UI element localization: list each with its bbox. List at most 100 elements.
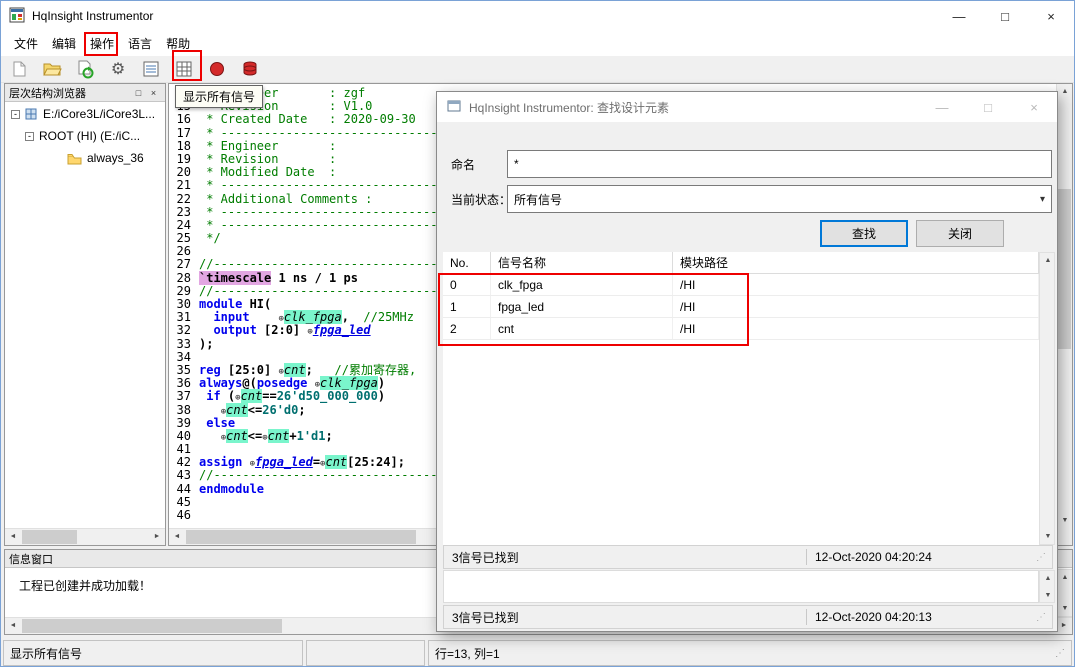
scrollbar-track[interactable] [1040,268,1054,529]
scroll-left-icon[interactable]: ◄ [5,529,21,544]
scrollbar-track[interactable] [21,529,149,545]
tree-item-2[interactable]: -ROOT (HI) (E:/iC... [5,125,165,147]
chevron-down-icon: ▾ [1040,194,1045,205]
scrollbar-track[interactable] [1040,585,1054,588]
dialog-log-area[interactable] [443,570,1039,603]
signal-row-clk_fpga[interactable]: 0clk_fpga/HI [443,274,1039,296]
tree-item-3[interactable]: always_36 [5,147,165,169]
scroll-right-icon[interactable]: ► [1056,618,1072,633]
panel-float-icon[interactable]: □ [131,88,146,98]
open-project-button[interactable] [40,57,64,81]
dialog-icon [446,98,462,117]
editor-vscrollbar[interactable]: ▲ ▼ [1056,84,1072,529]
chip-icon [24,107,38,121]
line-number: 18 [169,140,199,153]
line-number: 21 [169,179,199,192]
resize-grip-icon[interactable]: ⋰ [1036,552,1052,563]
signal-row-fpga_led[interactable]: 1fpga_led/HI [443,296,1039,318]
tree-item-label: E:/iCore3L/iCore3L... [43,107,155,121]
probe-icon: ⊕ [235,393,240,403]
column-header-3[interactable]: 模块路径 [673,252,1039,273]
show-all-signals-button[interactable] [172,57,196,81]
find-button[interactable]: 查找 [820,220,908,247]
tree-item-1[interactable]: - E:/iCore3L/iCore3L... [5,103,165,125]
table-vscrollbar[interactable]: ▲ ▼ [1039,252,1055,545]
hierarchy-tree: -E:/iCore3L/iCore3L...-ROOT (HI) (E:/iC.… [5,103,165,528]
find-elements-dialog: HqInsight Instrumentor: 查找设计元素 — □ × 命名 … [436,91,1058,632]
tree-expander-icon[interactable]: - [25,132,34,141]
tree-item-label: ROOT (HI) (E:/iC... [39,129,140,143]
show-all-signals-icon [175,60,193,78]
line-number: 16 [169,113,199,126]
resize-grip-icon[interactable]: ⋰ [1036,612,1052,623]
scroll-right-icon[interactable]: ► [149,529,165,544]
hierarchy-hscrollbar[interactable]: ◄ ► [5,528,165,545]
menu-bar: 文件编辑操作语言帮助 [1,31,1074,56]
line-number: 33 [169,338,199,351]
tooltip: 显示所有信号 [175,85,263,108]
status-spacer [306,640,425,666]
scroll-left-icon[interactable]: ◄ [5,618,21,633]
table-cell: cnt [491,318,673,339]
minimize-button[interactable]: — [936,1,982,31]
scrollbar-thumb[interactable] [1058,189,1071,349]
log-vscrollbar[interactable]: ▲ ▼ [1039,570,1055,603]
scroll-up-icon[interactable]: ▲ [1057,570,1073,585]
dialog-close-action-button[interactable]: 关闭 [916,220,1004,247]
menu-item-5[interactable]: 帮助 [159,31,197,56]
dialog-status-bar-2: 3信号已找到 12-Oct-2020 04:20:13 ⋰ [443,605,1053,629]
menu-item-2[interactable]: 编辑 [45,31,83,56]
menu-item-4[interactable]: 语言 [121,31,159,56]
table-cell: /HI [673,296,1039,317]
dialog-status-bar-1: 3信号已找到 12-Oct-2020 04:20:24 ⋰ [443,545,1053,569]
line-number: 44 [169,483,199,496]
export-project-button[interactable] [73,57,97,81]
record-button[interactable] [205,57,229,81]
scroll-down-icon[interactable]: ▼ [1040,529,1056,544]
line-number: 22 [169,193,199,206]
menu-item-1[interactable]: 文件 [7,31,45,56]
column-header-2[interactable]: 信号名称 [491,252,673,273]
settings-icon: ⚙ [111,59,125,79]
hierarchy-view-button[interactable] [139,57,163,81]
scroll-up-icon[interactable]: ▲ [1057,84,1073,99]
scroll-up-icon[interactable]: ▲ [1040,253,1056,268]
found-count-1: 3信号已找到 [444,549,806,566]
scroll-up-icon[interactable]: ▲ [1040,571,1056,585]
scroll-down-icon[interactable]: ▼ [1040,588,1056,602]
scrollbar-thumb[interactable] [186,530,416,544]
close-button[interactable]: × [1028,1,1074,31]
probe-icon: ⊕ [262,433,267,443]
state-dropdown[interactable]: 所有信号 ▾ [507,185,1052,213]
line-number: 34 [169,351,199,364]
scroll-left-icon[interactable]: ◄ [169,529,185,544]
scrollbar-track[interactable] [1057,99,1072,513]
scrollbar-track[interactable] [1057,585,1072,601]
folder-icon [67,152,82,165]
signal-database-button[interactable] [238,57,262,81]
menu-item-3[interactable]: 操作 [83,31,121,56]
new-document-button[interactable] [7,57,31,81]
hierarchy-panel-header: 层次结构浏览器 □ × [5,84,165,102]
scroll-down-icon[interactable]: ▼ [1057,513,1073,528]
signal-table: No.信号名称模块路径 0clk_fpga/HI1fpga_led/HI2cnt… [443,252,1039,545]
dialog-maximize-button[interactable]: □ [965,92,1011,122]
scroll-down-icon[interactable]: ▼ [1057,601,1073,616]
signal-row-cnt[interactable]: 2cnt/HI [443,318,1039,340]
dialog-close-button[interactable]: × [1011,92,1057,122]
info-vscrollbar[interactable]: ▲ ▼ [1056,569,1072,617]
name-input[interactable] [507,150,1052,178]
new-document-icon [10,60,28,78]
dialog-title-bar: HqInsight Instrumentor: 查找设计元素 — □ × [437,92,1057,122]
settings-button[interactable]: ⚙ [106,57,130,81]
scrollbar-thumb[interactable] [22,530,77,544]
line-number: 37 [169,390,199,403]
scrollbar-thumb[interactable] [22,619,282,633]
resize-grip-icon[interactable]: ⋰ [1055,648,1065,659]
tree-expander-icon[interactable]: - [11,110,20,119]
table-cell: 2 [443,318,491,339]
dialog-minimize-button[interactable]: — [919,92,965,122]
maximize-button[interactable]: □ [982,1,1028,31]
column-header-1[interactable]: No. [443,252,491,273]
panel-close-icon[interactable]: × [146,88,161,98]
